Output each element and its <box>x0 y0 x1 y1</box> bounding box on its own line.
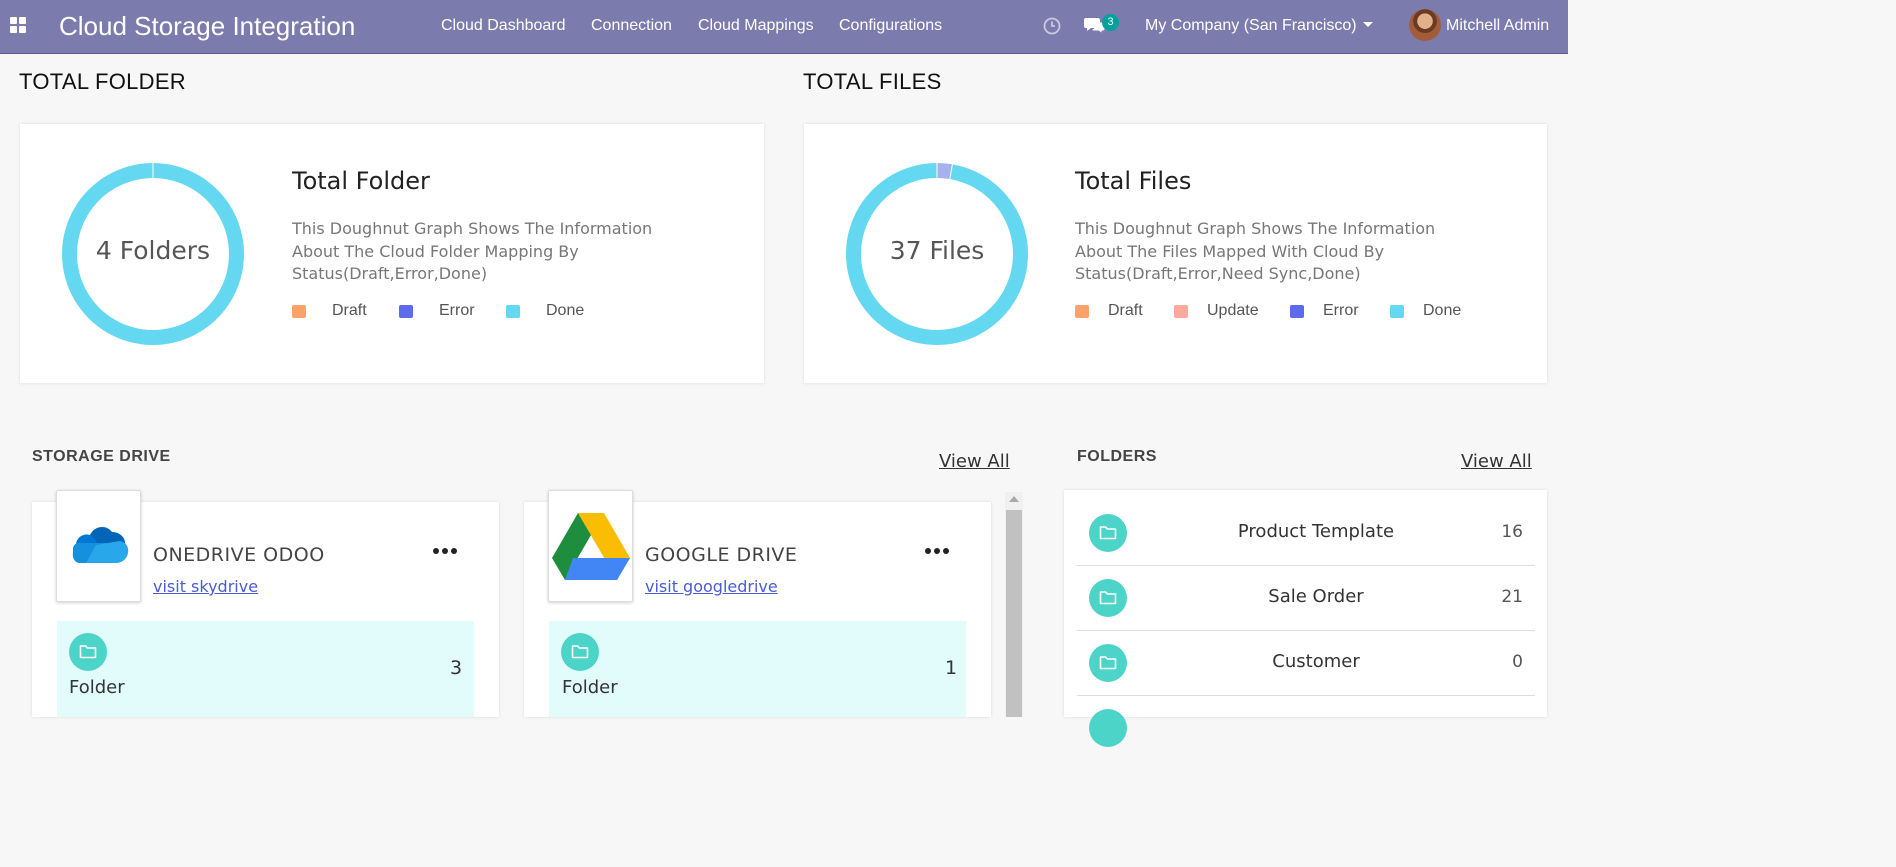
google-drive-logo-box <box>548 490 633 602</box>
total-files-section-title: TOTAL FILES <box>803 69 942 94</box>
drive-folder-summary[interactable]: Folder 1 <box>549 621 966 717</box>
storage-drive-view-all-link[interactable]: View All <box>939 451 1010 472</box>
folder-name: Customer <box>1272 651 1360 672</box>
total-files-description: This Doughnut Graph Shows The Informatio… <box>1075 219 1436 283</box>
folder-count: 1 <box>945 657 958 679</box>
app-title: Cloud Storage Integration <box>59 11 356 41</box>
drive-folder-summary[interactable]: Folder 3 <box>57 621 474 717</box>
storage-drive-title: STORAGE DRIVE <box>32 448 171 465</box>
list-item[interactable]: Sale Order 21 <box>1077 566 1535 631</box>
total-folder-heading: Total Folder <box>292 167 430 195</box>
folder-icon <box>561 633 599 671</box>
menu-cloud-dashboard[interactable]: Cloud Dashboard <box>441 16 566 36</box>
legend-label: Done <box>1423 302 1462 319</box>
legend-swatch-done <box>506 305 520 318</box>
total-folder-description: This Doughnut Graph Shows The Informatio… <box>292 219 653 283</box>
total-files-heading: Total Files <box>1075 167 1192 195</box>
legend-swatch-draft <box>1075 305 1089 318</box>
legend-label: Error <box>439 302 475 319</box>
list-item[interactable]: Customer 0 <box>1077 631 1535 696</box>
chevron-down-icon <box>1362 21 1373 27</box>
menu-configurations[interactable]: Configurations <box>839 16 942 36</box>
legend-swatch-error <box>1290 305 1304 318</box>
legend-swatch-error <box>399 305 413 318</box>
onedrive-logo-box <box>56 490 141 602</box>
folder-file-count: 21 <box>1501 587 1523 607</box>
doughnut-slice-update[interactable] <box>937 163 952 180</box>
company-name: My Company (San Francisco) <box>1145 17 1357 34</box>
google-drive-icon <box>552 513 630 580</box>
folder-count-center-label: 4 Folders <box>95 236 211 265</box>
legend-swatch-draft <box>292 305 306 318</box>
menu-connection[interactable]: Connection <box>591 16 672 36</box>
folder-name: Product Template <box>1237 521 1395 542</box>
drive-name: GOOGLE DRIVE <box>645 544 798 566</box>
scroll-up-arrow-icon[interactable] <box>1009 496 1019 502</box>
folder-label: Folder <box>562 677 618 698</box>
total-folder-section-title: TOTAL FOLDER <box>19 69 186 94</box>
folder-file-count: 16 <box>1501 522 1523 542</box>
more-options-icon[interactable] <box>433 538 460 558</box>
activity-clock-icon[interactable] <box>1043 17 1061 39</box>
more-options-icon[interactable] <box>925 538 952 558</box>
avatar[interactable] <box>1409 9 1441 41</box>
legend-label: Error <box>1323 302 1359 319</box>
legend-label: Update <box>1207 302 1259 319</box>
list-item[interactable] <box>1077 696 1535 761</box>
folder-icon <box>69 633 107 671</box>
legend-label: Done <box>546 302 585 319</box>
files-count-center-label: 37 Files <box>889 236 985 265</box>
legend-swatch-update <box>1174 305 1188 318</box>
legend-label: Draft <box>332 302 367 319</box>
apps-menu-icon[interactable] <box>10 17 28 35</box>
folder-file-count: 0 <box>1512 652 1523 672</box>
folders-title: FOLDERS <box>1077 448 1157 465</box>
folder-label: Folder <box>69 677 125 698</box>
folder-name: Sale Order <box>1268 586 1364 607</box>
menu-cloud-mappings[interactable]: Cloud Mappings <box>698 16 814 36</box>
folder-count: 3 <box>450 657 463 679</box>
user-name[interactable]: Mitchell Admin <box>1446 16 1549 36</box>
drives-scrollbar[interactable] <box>1005 492 1023 717</box>
folders-view-all-link[interactable]: View All <box>1461 451 1532 472</box>
top-navbar: Cloud Storage Integration Cloud Dashboar… <box>0 0 1568 54</box>
visit-drive-link[interactable]: visit googledrive <box>645 577 778 596</box>
scroll-thumb[interactable] <box>1006 510 1022 717</box>
company-switcher[interactable]: My Company (San Francisco) <box>1145 16 1373 36</box>
visit-drive-link[interactable]: visit skydrive <box>153 577 258 596</box>
list-item[interactable]: Product Template 16 <box>1077 501 1535 566</box>
onedrive-icon <box>72 526 129 563</box>
folder-icon <box>1089 709 1127 747</box>
legend-swatch-done <box>1390 305 1404 318</box>
messages-count-badge: 3 <box>1102 14 1119 31</box>
legend-label: Draft <box>1108 302 1143 319</box>
drive-name: ONEDRIVE ODOO <box>153 544 325 566</box>
